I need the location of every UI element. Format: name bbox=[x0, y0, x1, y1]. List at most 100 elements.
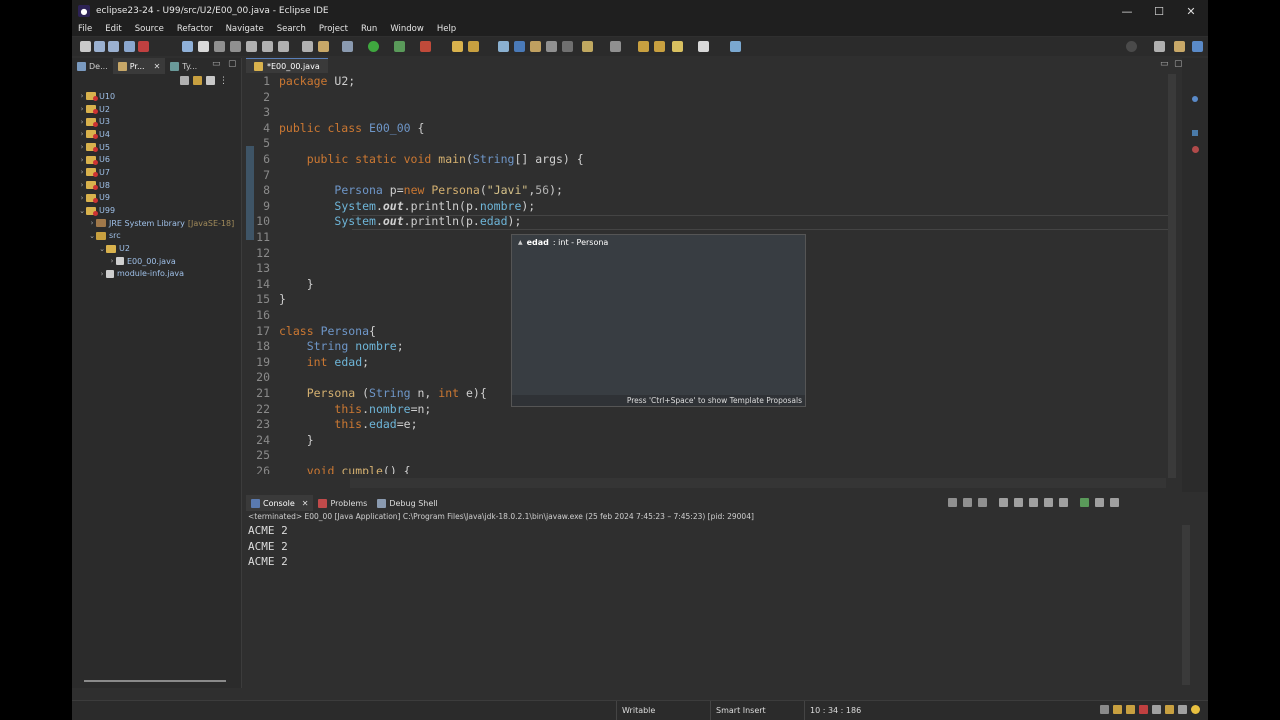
collapse-arrow-icon[interactable]: ⌄ bbox=[78, 207, 86, 215]
tree-item[interactable]: › U5 bbox=[72, 141, 241, 154]
collapse-arrow-icon[interactable]: ⌄ bbox=[98, 245, 106, 253]
menu-search[interactable]: Search bbox=[277, 24, 306, 34]
maximize-view-icon[interactable]: ▢ bbox=[228, 59, 237, 69]
tree-item[interactable]: › U4 bbox=[72, 128, 241, 141]
editor-horizontal-scrollbar[interactable] bbox=[350, 478, 1166, 488]
tree-item[interactable]: › U2 bbox=[72, 103, 241, 116]
run-icon[interactable] bbox=[368, 41, 379, 52]
tree-item[interactable]: › module-info.java bbox=[72, 268, 241, 281]
expand-arrow-icon[interactable]: › bbox=[78, 168, 86, 176]
tree-item[interactable]: › U8 bbox=[72, 179, 241, 192]
clear-console-icon[interactable] bbox=[999, 498, 1008, 507]
task-marker-icon[interactable] bbox=[1192, 130, 1198, 136]
tab-console[interactable]: Console ✕ bbox=[246, 495, 314, 511]
trim-icon-3[interactable] bbox=[1126, 705, 1135, 714]
remove-all-icon[interactable] bbox=[978, 498, 987, 507]
tree-item[interactable]: › U7 bbox=[72, 166, 241, 179]
show-on-error-icon[interactable] bbox=[1059, 498, 1068, 507]
tree-item[interactable]: ⌄ U2 bbox=[72, 242, 241, 255]
close-tab-icon[interactable]: ✕ bbox=[154, 62, 161, 71]
terminate-icon[interactable] bbox=[214, 41, 225, 52]
expand-arrow-icon[interactable]: › bbox=[78, 156, 86, 164]
back-icon[interactable] bbox=[638, 41, 649, 52]
search-icon[interactable] bbox=[498, 41, 509, 52]
tree-item[interactable]: › U6 bbox=[72, 153, 241, 166]
pin-console-icon[interactable] bbox=[1080, 498, 1089, 507]
show-on-output-icon[interactable] bbox=[1044, 498, 1053, 507]
open-console-icon[interactable] bbox=[1110, 498, 1119, 507]
word-wrap-console-icon[interactable] bbox=[1029, 498, 1038, 507]
tree-item[interactable]: ⌄ U99 bbox=[72, 204, 241, 217]
close-button[interactable]: ✕ bbox=[1174, 0, 1208, 22]
new-java-icon[interactable] bbox=[318, 41, 329, 52]
tree-item[interactable]: › U10 bbox=[72, 90, 241, 103]
tab-package-explorer[interactable]: Pr... ✕ bbox=[112, 58, 166, 74]
terminate-console-icon[interactable] bbox=[948, 498, 957, 507]
debug-perspective-icon[interactable] bbox=[1192, 41, 1203, 52]
menu-refactor[interactable]: Refactor bbox=[177, 24, 213, 34]
expand-arrow-icon[interactable]: › bbox=[108, 257, 116, 265]
trim-icon-6[interactable] bbox=[1165, 705, 1174, 714]
block-selection-icon[interactable] bbox=[530, 41, 541, 52]
minimize-button[interactable]: — bbox=[1110, 0, 1144, 22]
expand-arrow-icon[interactable]: › bbox=[98, 270, 106, 278]
tab-problems[interactable]: Problems bbox=[313, 495, 372, 511]
collapse-all-icon[interactable] bbox=[180, 76, 189, 85]
quick-access-search-icon[interactable] bbox=[1126, 41, 1137, 52]
disconnect-icon[interactable] bbox=[230, 41, 241, 52]
tip-icon[interactable] bbox=[1191, 705, 1200, 714]
menu-file[interactable]: File bbox=[78, 24, 92, 34]
expand-arrow-icon[interactable]: › bbox=[78, 118, 86, 126]
terminal-icon[interactable] bbox=[124, 41, 135, 52]
pin-editor-icon[interactable] bbox=[730, 41, 741, 52]
scroll-lock-icon[interactable] bbox=[1014, 498, 1023, 507]
open-type-icon[interactable] bbox=[302, 41, 313, 52]
tab-e00-00-java[interactable]: *E00_00.java bbox=[246, 58, 328, 73]
menu-help[interactable]: Help bbox=[437, 24, 456, 34]
collapse-arrow-icon[interactable]: ⌄ bbox=[88, 232, 96, 240]
tree-item[interactable]: ⌄ src bbox=[72, 230, 241, 243]
navigate-forward-icon[interactable] bbox=[698, 41, 709, 52]
tab-type-hierarchy[interactable]: Ty... bbox=[165, 58, 202, 74]
trim-icon-4[interactable] bbox=[1139, 705, 1148, 714]
step-over-icon[interactable] bbox=[262, 41, 273, 52]
trim-icon-5[interactable] bbox=[1152, 705, 1161, 714]
expand-arrow-icon[interactable]: › bbox=[78, 130, 86, 138]
menu-navigate[interactable]: Navigate bbox=[226, 24, 264, 34]
word-wrap-icon[interactable] bbox=[546, 41, 557, 52]
menu-run[interactable]: Run bbox=[361, 24, 377, 34]
trim-icon-2[interactable] bbox=[1113, 705, 1122, 714]
mark-occurrences-icon[interactable] bbox=[514, 41, 525, 52]
debug-icon[interactable] bbox=[342, 41, 353, 52]
trim-icon-1[interactable] bbox=[1100, 705, 1109, 714]
tab-debug-shell[interactable]: Debug Shell bbox=[372, 495, 442, 511]
expand-arrow-icon[interactable]: › bbox=[78, 92, 86, 100]
next-annotation-icon[interactable] bbox=[610, 41, 621, 52]
expand-arrow-icon[interactable]: › bbox=[78, 105, 86, 113]
tree-item[interactable]: › U3 bbox=[72, 115, 241, 128]
save-icon[interactable] bbox=[94, 41, 105, 52]
editor-minimize-icon[interactable]: ▭ bbox=[1160, 59, 1169, 69]
skip-breakpoints-icon[interactable] bbox=[138, 41, 149, 52]
tree-item[interactable]: › JRE System Library [JavaSE-18] bbox=[72, 217, 241, 230]
menu-source[interactable]: Source bbox=[135, 24, 164, 34]
error-marker-icon[interactable] bbox=[1192, 146, 1199, 153]
last-edit-icon[interactable] bbox=[672, 41, 683, 52]
forward-icon[interactable] bbox=[654, 41, 665, 52]
step-return-icon[interactable] bbox=[278, 41, 289, 52]
save-all-icon[interactable] bbox=[108, 41, 119, 52]
new-icon[interactable] bbox=[80, 41, 91, 52]
console-vertical-scrollbar[interactable] bbox=[1182, 525, 1190, 685]
console-output[interactable]: ACME 2 ACME 2 ACME 2 bbox=[246, 523, 1192, 570]
menu-project[interactable]: Project bbox=[319, 24, 348, 34]
open-folder-icon[interactable] bbox=[452, 41, 463, 52]
expand-arrow-icon[interactable]: › bbox=[78, 181, 86, 189]
tree-item[interactable]: › U9 bbox=[72, 192, 241, 205]
coverage-icon[interactable] bbox=[394, 41, 405, 52]
status-cursor-position[interactable]: 10 : 34 : 186 bbox=[804, 701, 894, 720]
minimize-view-icon[interactable]: ▭ bbox=[212, 59, 221, 69]
view-menu-icon[interactable]: ⋮ bbox=[219, 76, 228, 86]
tree-item[interactable]: › E00_00.java bbox=[72, 255, 241, 268]
show-whitespace-icon[interactable] bbox=[562, 41, 573, 52]
resume-icon[interactable] bbox=[182, 41, 193, 52]
